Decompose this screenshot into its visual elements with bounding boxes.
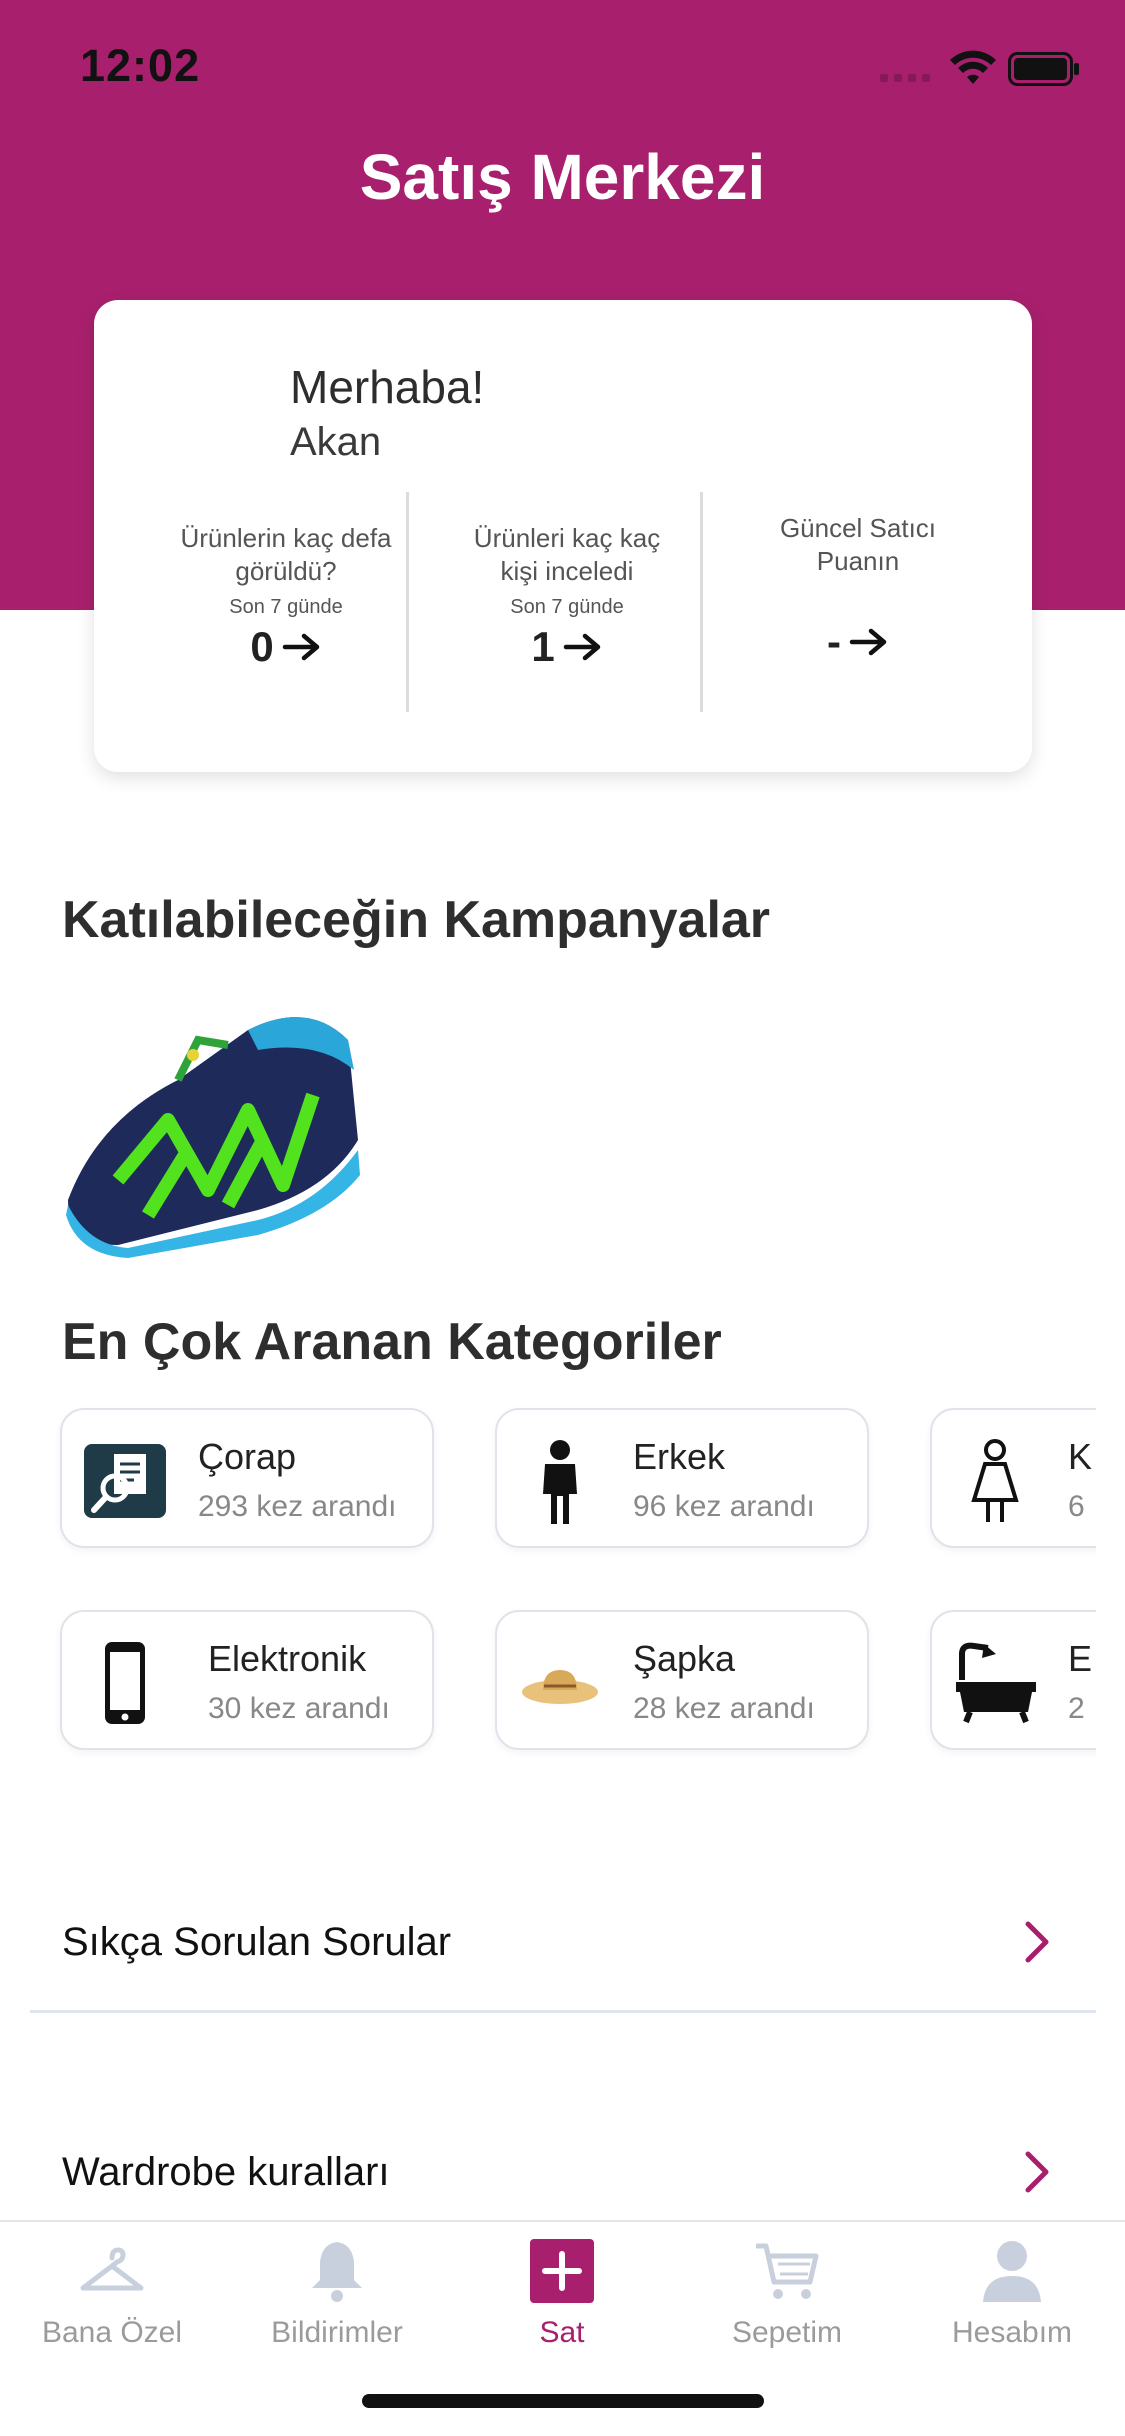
tab-label: Sat [539, 2316, 585, 2349]
phone-icon [82, 1640, 168, 1726]
arrow-right-icon [849, 628, 887, 656]
faq-row[interactable]: Sıkça Sorulan Sorular [30, 1882, 1096, 2002]
metric-value: 0 [250, 623, 274, 670]
tab-sepetim[interactable]: Sepetim [677, 2236, 897, 2350]
category-tile-sapka[interactable]: Şapka 28 kez arandı [495, 1610, 869, 1750]
seller-summary-card: Merhaba! Akan Ürünlerin kaç defa görüldü… [94, 300, 1032, 772]
tab-label: Bildirimler [271, 2316, 403, 2349]
tab-bana-ozel[interactable]: Bana Özel [2, 2236, 222, 2350]
wifi-icon [950, 50, 996, 84]
category-name: Çorap [198, 1436, 297, 1477]
tab-bildirimler[interactable]: Bildirimler [227, 2236, 447, 2350]
metric-value: - [827, 618, 841, 665]
cellular-signal-icon [880, 74, 930, 82]
tab-label: Bana Özel [41, 2316, 183, 2349]
category-tile-erkek[interactable]: Erkek 96 kez arandı [495, 1408, 869, 1548]
user-name: Akan [290, 420, 382, 464]
wardrobe-rules-label: Wardrobe kuralları [62, 2150, 390, 2194]
row-divider [30, 2010, 1096, 2013]
category-name: E [1068, 1638, 1093, 1679]
greeting-text: Merhaba! [290, 361, 485, 413]
category-tile-kadin[interactable]: K 6 [930, 1408, 1096, 1548]
sneaker-image[interactable] [58, 1000, 364, 1260]
category-count: 6 [1068, 1490, 1085, 1523]
metric-question: Ürünlerin kaç defa görüldü? [180, 523, 392, 586]
category-count: 293 kez arandı [198, 1490, 397, 1523]
category-tile-ev[interactable]: E 2 [930, 1610, 1096, 1750]
tab-label: Hesabım [951, 2316, 1073, 2349]
user-icon [983, 2241, 1041, 2302]
categories-title: En Çok Aranan Kategoriler [62, 1313, 722, 1371]
visitors-metric[interactable]: Ürünleri kaç kaç kişi inceledi Son 7 gün… [427, 522, 707, 671]
home-indicator [362, 2394, 764, 2408]
bathtub-icon [952, 1640, 1038, 1726]
category-count: 30 kez arandı [208, 1692, 390, 1725]
metric-question: Güncel Satıcı Puanın [779, 513, 937, 576]
wardrobe-rules-row[interactable]: Wardrobe kuralları [30, 2112, 1096, 2232]
chevron-right-icon [1025, 2151, 1049, 2193]
category-count: 2 [1068, 1692, 1085, 1725]
category-name: K [1068, 1436, 1093, 1477]
metric-divider [700, 492, 703, 712]
cart-icon [756, 2243, 819, 2299]
category-count: 28 kez arandı [633, 1692, 815, 1725]
woman-icon [952, 1438, 1038, 1524]
category-name: Şapka [633, 1638, 736, 1679]
man-icon [517, 1438, 603, 1524]
tab-sat[interactable]: Sat [452, 2236, 672, 2350]
arrow-right-icon [282, 633, 319, 661]
plus-icon [530, 2239, 594, 2303]
metric-value: 1 [531, 623, 555, 670]
category-tile-elektronik[interactable]: Elektronik 30 kez arandı [60, 1610, 434, 1750]
chevron-right-icon [1025, 1921, 1049, 1963]
seller-score-metric[interactable]: Güncel Satıcı Puanın - [718, 512, 998, 666]
views-metric[interactable]: Ürünlerin kaç defa görüldü? Son 7 günde … [146, 522, 426, 671]
campaigns-title: Katılabileceğin Kampanyalar [62, 891, 771, 949]
hanger-icon [80, 2247, 144, 2291]
category-tile-corap[interactable]: Çorap 293 kez arandı [60, 1408, 434, 1548]
metric-divider [406, 492, 409, 712]
category-name: Elektronik [208, 1638, 367, 1679]
arrow-right-icon [563, 633, 600, 661]
metric-period: Son 7 günde [510, 596, 624, 618]
tab-hesabim[interactable]: Hesabım [902, 2236, 1122, 2350]
metric-period: Son 7 günde [229, 596, 343, 618]
metric-question: Ürünleri kaç kaç kişi inceledi [473, 523, 661, 586]
tab-label: Sepetim [731, 2316, 843, 2349]
document-search-icon [82, 1438, 168, 1524]
category-name: Erkek [633, 1436, 726, 1477]
page-title: Satış Merkezi [359, 141, 766, 213]
bell-icon [312, 2242, 362, 2302]
categories-carousel[interactable]: Çorap 293 kez arandı Erkek 96 kez arandı… [0, 1400, 1096, 1780]
status-time: 12:02 [80, 40, 201, 91]
category-count: 96 kez arandı [633, 1490, 815, 1523]
hat-icon [517, 1640, 603, 1726]
faq-label: Sıkça Sorulan Sorular [62, 1920, 452, 1964]
battery-icon [1008, 52, 1079, 86]
